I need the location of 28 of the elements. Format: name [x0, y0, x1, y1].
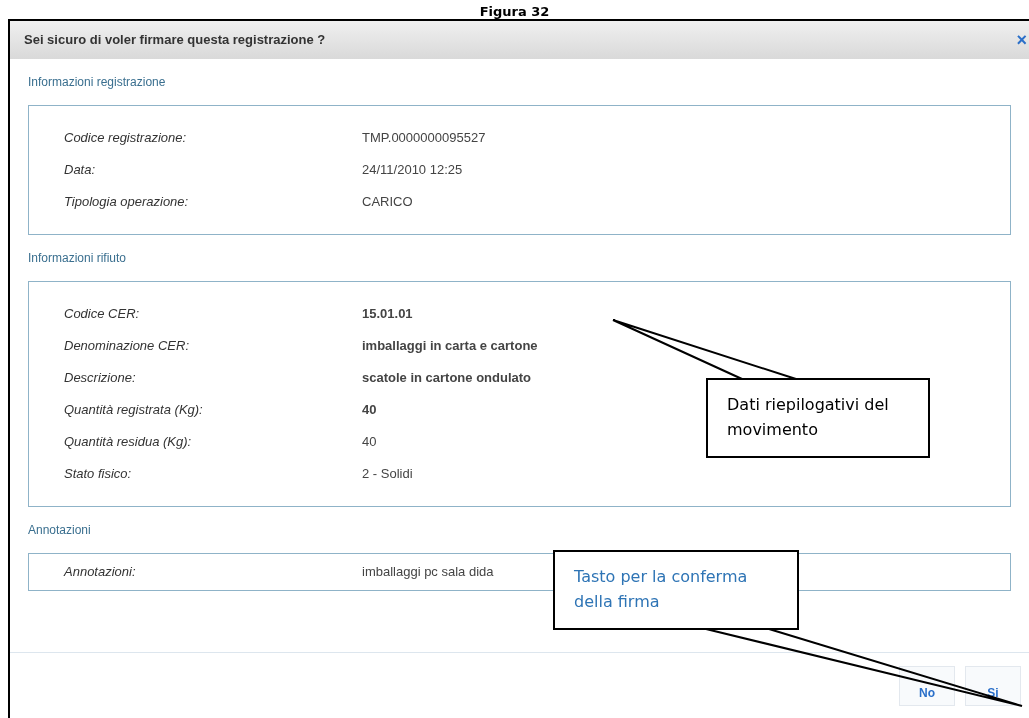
field-value: 40 — [362, 433, 377, 452]
field-value: imballaggi pc sala dida — [362, 563, 494, 582]
field-label: Stato fisico: — [63, 465, 133, 484]
field-value: 24/11/2010 12:25 — [362, 161, 463, 180]
field-label: Quantità registrata (Kg): — [63, 401, 204, 420]
field-value: 2 - Solidi — [362, 465, 413, 484]
field-label: Tipologia operazione: — [63, 193, 190, 212]
section-heading: Annotazioni — [28, 522, 92, 539]
figure-caption: Figura 32 — [479, 5, 550, 19]
field-label: Codice registrazione: — [63, 129, 188, 148]
field-label: Quantità residua (Kg): — [63, 433, 193, 452]
field-label: Codice CER: — [63, 305, 141, 324]
callout-box: Dati riepilogativi del movimento — [706, 378, 930, 458]
field-value: 15.01.01 — [362, 305, 413, 324]
section-heading: Informazioni rifiuto — [28, 250, 128, 267]
field-label: Data: — [63, 161, 97, 180]
field-value: scatole in cartone ondulato — [362, 369, 532, 388]
field-label: Annotazioni: — [62, 563, 137, 582]
callout-box: Tasto per la conferma della firma — [553, 550, 799, 630]
section-heading: Informazioni registrazione — [28, 74, 167, 91]
field-label: Descrizione: — [63, 369, 137, 388]
dialog-title: Sei sicuro di voler firmare questa registrazione ? — [24, 31, 326, 50]
field-label: Denominazione CER: — [63, 337, 190, 356]
field-value: CARICO — [362, 193, 413, 212]
field-value: 40 — [362, 401, 377, 420]
close-button[interactable]: × — [1016, 31, 1027, 49]
field-value: imballaggi in carta e cartone — [362, 337, 538, 356]
field-value: TMP.0000000095527 — [362, 129, 486, 148]
